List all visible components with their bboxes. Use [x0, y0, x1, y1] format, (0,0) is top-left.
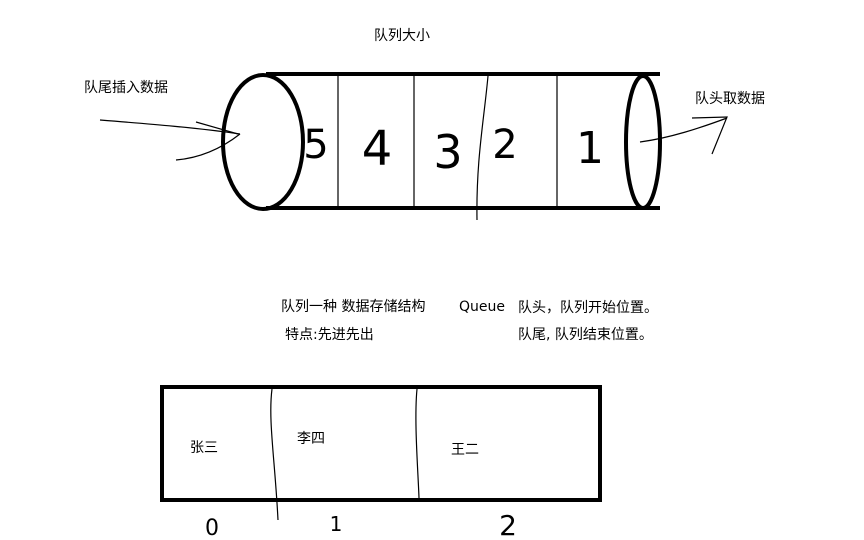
tail-description: 队尾, 队列结束位置。 — [518, 327, 653, 343]
insert-arrow — [99, 119, 241, 161]
array-index-1: 1 — [330, 512, 343, 536]
diagram-canvas: 5 4 3 2 1 队列大小 队尾插入数据 队头取数据 队列一种 数据存储结构 … — [84, 28, 765, 540]
head-description: 队头，队列开始位置。 — [518, 300, 658, 316]
queue-cell-4: 4 — [362, 121, 393, 177]
array-index-0: 0 — [205, 516, 219, 540]
queue-cell-2: 2 — [492, 122, 517, 168]
queue-size-label: 队列大小 — [374, 28, 430, 44]
queue-word: Queue — [459, 299, 505, 315]
array-box — [160, 385, 602, 521]
array-cell-0: 张三 — [190, 440, 218, 456]
description-line-1: 队列一种 数据存储结构 — [281, 299, 425, 315]
queue-head-label: 队头取数据 — [695, 91, 765, 107]
queue-cell-1: 1 — [576, 123, 604, 174]
array-cell-1: 李四 — [297, 431, 325, 447]
queue-tail-end — [221, 73, 305, 211]
array-index-2: 2 — [499, 509, 517, 540]
queue-cell-5: 5 — [303, 122, 328, 168]
description-line-2: 特点:先进先出 — [285, 327, 374, 343]
remove-arrow — [639, 116, 728, 155]
queue-cell-3: 3 — [433, 125, 462, 179]
queue-tail-label: 队尾插入数据 — [84, 80, 168, 96]
array-cell-2: 王二 — [451, 442, 479, 458]
